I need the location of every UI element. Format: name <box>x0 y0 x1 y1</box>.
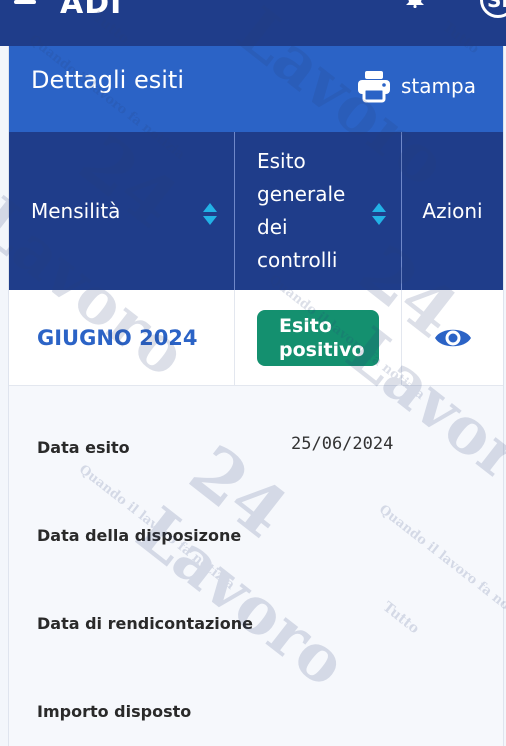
app-topbar: ADI SI <box>0 0 506 46</box>
column-header-outcome[interactable]: Esito generale dei controlli <box>234 132 401 290</box>
column-header-actions-label: Azioni <box>422 199 483 223</box>
notification-bell-icon[interactable] <box>404 0 426 8</box>
eye-icon[interactable] <box>433 324 473 352</box>
app-brand[interactable]: ADI <box>60 0 122 21</box>
card-header: Dettagli esiti stampa <box>9 46 503 132</box>
table-header: Mensilità Esito generale dei controlli A… <box>9 132 503 290</box>
detail-label: Data di rendicontazione <box>37 614 254 633</box>
sort-icon[interactable] <box>371 202 387 226</box>
detail-row-data-rendicontazione: Data di rendicontazione <box>37 608 477 638</box>
detail-value: 25/06/2024 <box>291 434 394 454</box>
results-card: Dettagli esiti stampa Mensilità Esito ge… <box>8 46 504 746</box>
detail-label: Data della disposizone <box>37 526 242 545</box>
column-header-month[interactable]: Mensilità <box>9 132 234 290</box>
status-badge: Esito positivo <box>257 309 379 366</box>
user-avatar[interactable]: SI <box>480 0 506 18</box>
detail-label: Data esito <box>37 438 130 457</box>
card-title: Dettagli esiti <box>31 66 184 94</box>
header-line: controlli <box>257 248 338 272</box>
print-label: stampa <box>401 74 476 98</box>
detail-row-data-esito: Data esito 25/06/2024 <box>37 432 477 462</box>
detail-label: Importo disposto <box>37 702 192 721</box>
column-header-outcome-label: Esito generale dei controlli <box>257 145 345 277</box>
print-button[interactable]: stampa <box>357 66 487 106</box>
table-cell-month: GIUGNO 2024 <box>9 290 234 385</box>
table-row: GIUGNO 2024 Esito positivo <box>9 290 503 386</box>
detail-row-importo-disposto: Importo disposto <box>37 696 477 726</box>
badge-line: Esito <box>279 314 332 337</box>
printer-icon <box>358 71 390 103</box>
column-header-month-label: Mensilità <box>31 199 121 223</box>
table-cell-outcome: Esito positivo <box>234 290 401 385</box>
column-header-actions: Azioni <box>401 132 503 290</box>
hamburger-menu-icon[interactable] <box>14 0 36 4</box>
header-line: generale <box>257 182 346 206</box>
table-cell-actions <box>401 290 503 385</box>
header-line: dei <box>257 215 288 239</box>
header-line: Esito <box>257 149 306 173</box>
detail-row-data-disposizione: Data della disposizone <box>37 520 477 550</box>
badge-line: positivo <box>279 338 365 361</box>
sort-icon[interactable] <box>202 202 218 226</box>
month-link[interactable]: GIUGNO 2024 <box>37 326 198 350</box>
